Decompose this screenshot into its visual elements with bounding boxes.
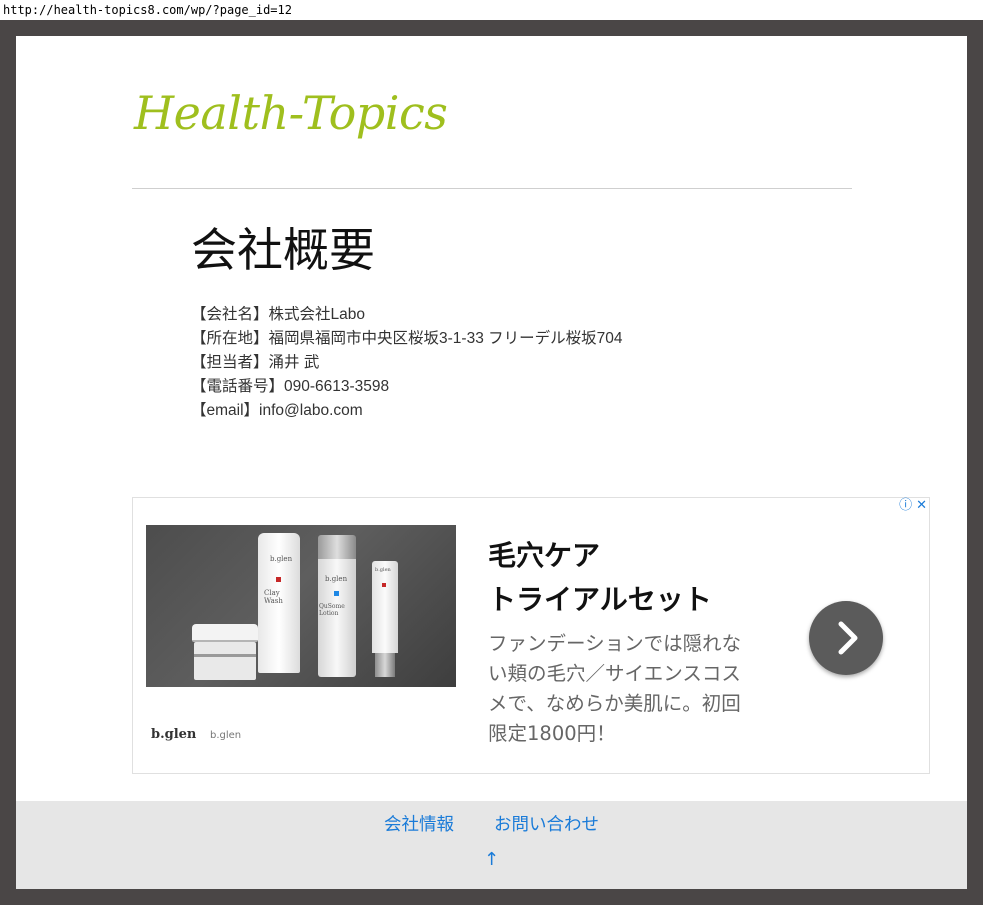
ad-headline-line1[interactable]: 毛穴ケア <box>488 539 600 572</box>
footer-nav: 会社情報 お問い合わせ <box>16 811 967 836</box>
company-info: 【会社名】株式会社Labo 【所在地】福岡県福岡市中央区桜坂3-1-33 フリー… <box>191 303 623 423</box>
email-row: 【email】info@labo.com <box>191 399 623 423</box>
close-icon[interactable]: ✕ <box>916 498 927 513</box>
product-label: b.glen <box>270 555 293 563</box>
ad-body-text[interactable]: ファンデーションでは隠れない頬の毛穴／サイエンスコスメで、なめらか美肌に。初回限… <box>488 629 750 749</box>
ad-choices[interactable]: ⓘ ✕ <box>895 498 927 514</box>
product-label: b.glen <box>325 575 348 583</box>
info-icon[interactable]: ⓘ <box>899 498 912 513</box>
address-bar[interactable]: http://health-topics8.com/wp/?page_id=12 <box>0 0 983 20</box>
info-label: 【email】 <box>191 402 260 419</box>
ad-cta-button[interactable] <box>809 601 883 675</box>
site-logo[interactable]: Health-Topics <box>134 86 448 140</box>
serum-dot <box>382 583 386 587</box>
info-label: 【所在地】 <box>191 330 269 347</box>
contact-person-row: 【担当者】涌井 武 <box>191 351 623 375</box>
site-footer: 会社情報 お問い合わせ ↑ <box>16 801 967 889</box>
footer-link-company-info[interactable]: 会社情報 <box>384 815 454 835</box>
back-to-top-arrow-icon[interactable]: ↑ <box>16 849 967 870</box>
product-label: QuSome Lotion <box>319 603 345 617</box>
page-title: 会社概要 <box>191 223 375 277</box>
company-name-value: 株式会社Labo <box>268 306 365 323</box>
cream-jar-lid <box>192 624 258 642</box>
header-divider <box>132 188 852 189</box>
address-row: 【所在地】福岡県福岡市中央区桜坂3-1-33 フリーデル桜坂704 <box>191 327 623 351</box>
ad-brand-name[interactable]: b.glen <box>210 730 241 741</box>
ad-product-image[interactable]: b.glen Clay Wash b.glen QuSome Lotion b.… <box>146 525 456 687</box>
serum-bottle: b.glen <box>372 561 398 653</box>
tube-dot <box>276 577 281 582</box>
phone-value: 090-6613-3598 <box>284 378 390 395</box>
lotion-bottle-cap <box>318 535 356 559</box>
page-container: Health-Topics 会社概要 【会社名】株式会社Labo 【所在地】福岡… <box>16 36 967 889</box>
info-label: 【担当者】 <box>191 354 269 371</box>
bottle-dot <box>334 591 339 596</box>
lotion-bottle: b.glen QuSome Lotion <box>318 555 356 677</box>
ad-brand-logo[interactable]: b.glen <box>151 727 196 742</box>
cream-jar <box>194 642 256 680</box>
email-value: info@labo.com <box>259 402 363 419</box>
info-label: 【会社名】 <box>191 306 269 323</box>
contact-person-value: 涌井 武 <box>268 354 320 371</box>
address-value: 福岡県福岡市中央区桜坂3-1-33 フリーデル桜坂704 <box>268 330 623 347</box>
clay-wash-tube: b.glen Clay Wash <box>258 533 300 673</box>
phone-row: 【電話番号】090-6613-3598 <box>191 375 623 399</box>
serum-bottle-cap <box>375 653 395 677</box>
ad-banner[interactable]: ⓘ ✕ b.glen Clay Wash b.glen QuSome Lotion… <box>132 497 930 774</box>
product-label: Clay Wash <box>264 589 283 605</box>
company-name-row: 【会社名】株式会社Labo <box>191 303 623 327</box>
product-label: b.glen <box>375 567 391 573</box>
info-label: 【電話番号】 <box>191 378 285 395</box>
ad-headline[interactable]: 毛穴ケアトライアルセット <box>488 534 712 622</box>
ad-headline-line2[interactable]: トライアルセット <box>488 583 712 616</box>
footer-link-contact[interactable]: お問い合わせ <box>494 815 599 835</box>
chevron-right-icon <box>838 621 858 655</box>
